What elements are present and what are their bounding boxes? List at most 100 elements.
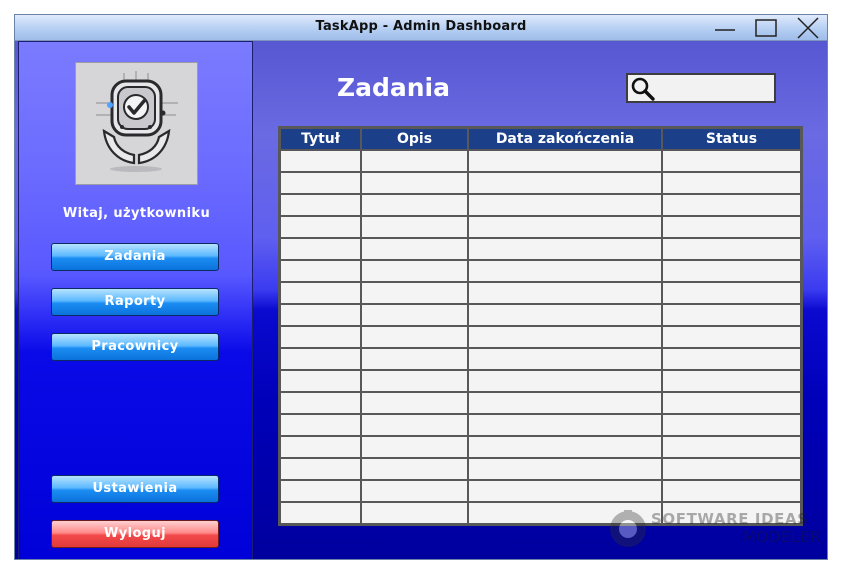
table-cell[interactable] [360,413,469,437]
table-row[interactable] [279,281,802,305]
column-header-opis[interactable]: Opis [360,127,469,151]
maximize-button[interactable] [753,17,779,39]
close-button[interactable] [795,17,821,39]
table-cell[interactable] [467,237,663,261]
table-row[interactable] [279,479,802,503]
table-cell[interactable] [360,347,469,371]
table-cell[interactable] [467,369,663,393]
main-area: Witaj, użytkowniku Zadania Raporty Praco… [15,41,827,559]
table-cell[interactable] [467,347,663,371]
table-cell[interactable] [661,347,802,371]
table-cell[interactable] [360,171,469,195]
task-check-hands-logo-icon [76,63,197,184]
table-cell[interactable] [360,149,469,173]
table-cell[interactable] [661,149,802,173]
table-cell[interactable] [279,347,362,371]
table-cell[interactable] [279,479,362,503]
table-cell[interactable] [467,413,663,437]
search-box[interactable] [626,73,776,103]
table-cell[interactable] [279,369,362,393]
table-cell[interactable] [467,303,663,327]
nav-button-raporty[interactable]: Raporty [51,288,219,316]
table-row[interactable] [279,391,802,415]
table-cell[interactable] [661,171,802,195]
table-cell[interactable] [360,259,469,283]
table-cell[interactable] [279,193,362,217]
table-cell[interactable] [279,391,362,415]
table-cell[interactable] [661,281,802,305]
table-cell[interactable] [360,479,469,503]
settings-button[interactable]: Ustawienia [51,475,219,503]
table-cell[interactable] [279,501,362,525]
table-cell[interactable] [360,303,469,327]
table-cell[interactable] [279,325,362,349]
table-row[interactable] [279,347,802,371]
table-row[interactable] [279,325,802,349]
table-cell[interactable] [360,215,469,239]
logout-button[interactable]: Wyloguj [51,520,219,548]
table-cell[interactable] [360,193,469,217]
column-header-data-zakonczenia[interactable]: Data zakończenia [467,127,663,151]
column-header-status[interactable]: Status [661,127,802,151]
table-cell[interactable] [661,457,802,481]
table-cell[interactable] [360,237,469,261]
table-cell[interactable] [279,413,362,437]
table-cell[interactable] [360,281,469,305]
table-cell[interactable] [661,369,802,393]
table-cell[interactable] [467,215,663,239]
table-cell[interactable] [661,303,802,327]
table-row[interactable] [279,149,802,173]
table-cell[interactable] [279,457,362,481]
table-cell[interactable] [360,391,469,415]
table-cell[interactable] [467,391,663,415]
table-cell[interactable] [661,413,802,437]
table-cell[interactable] [360,501,469,525]
table-cell[interactable] [467,281,663,305]
table-row[interactable] [279,215,802,239]
table-row[interactable] [279,171,802,195]
table-cell[interactable] [467,457,663,481]
table-cell[interactable] [279,171,362,195]
table-row[interactable] [279,259,802,283]
table-cell[interactable] [360,457,469,481]
table-cell[interactable] [661,193,802,217]
table-row[interactable] [279,413,802,437]
table-cell[interactable] [467,479,663,503]
table-cell[interactable] [279,149,362,173]
table-cell[interactable] [467,259,663,283]
table-cell[interactable] [360,325,469,349]
table-row[interactable] [279,303,802,327]
table-cell[interactable] [279,237,362,261]
table-cell[interactable] [360,435,469,459]
nav-button-zadania[interactable]: Zadania [51,243,219,271]
table-cell[interactable] [661,259,802,283]
minimize-button[interactable] [712,17,738,39]
table-cell[interactable] [467,325,663,349]
column-header-tytul[interactable]: Tytuł [279,127,362,151]
table-cell[interactable] [661,435,802,459]
nav-button-pracownicy[interactable]: Pracownicy [51,333,219,361]
table-cell[interactable] [661,479,802,503]
table-cell[interactable] [279,281,362,305]
search-icon [631,77,655,101]
table-cell[interactable] [467,193,663,217]
table-cell[interactable] [467,149,663,173]
table-cell[interactable] [279,259,362,283]
table-cell[interactable] [661,237,802,261]
table-cell[interactable] [279,215,362,239]
table-cell[interactable] [661,325,802,349]
table-cell[interactable] [661,391,802,415]
table-row[interactable] [279,457,802,481]
table-cell[interactable] [360,369,469,393]
maximize-icon [755,19,777,37]
table-row[interactable] [279,369,802,393]
table-cell[interactable] [279,303,362,327]
search-input[interactable] [658,78,770,98]
table-cell[interactable] [467,435,663,459]
table-cell[interactable] [279,435,362,459]
table-row[interactable] [279,435,802,459]
table-row[interactable] [279,193,802,217]
table-cell[interactable] [467,171,663,195]
table-cell[interactable] [661,215,802,239]
table-row[interactable] [279,237,802,261]
